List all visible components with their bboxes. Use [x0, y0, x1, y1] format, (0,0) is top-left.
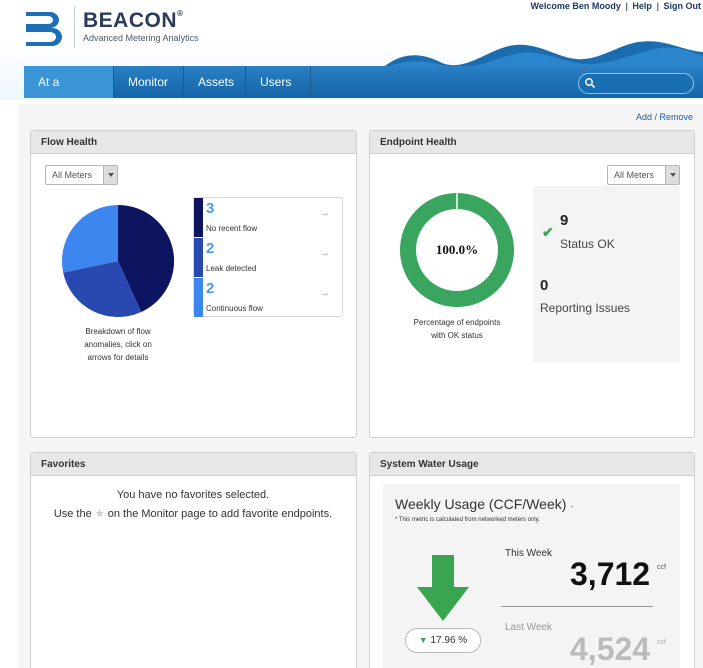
- endpoint-donut-chart: 100.0%: [400, 193, 514, 307]
- weekly-usage-title: Weekly Usage (CCF/Week) ·: [395, 496, 574, 512]
- star-icon: ★: [94, 508, 105, 520]
- tab-assets[interactable]: Assets: [184, 66, 246, 98]
- arrow-right-icon[interactable]: →: [319, 287, 330, 299]
- wave-decoration: [380, 41, 703, 70]
- triangle-down-icon: ▼: [418, 635, 428, 645]
- caption-line: Percentage of endpoints: [413, 318, 501, 327]
- favorites-hint: Use the ★ on the Monitor page to add fav…: [30, 507, 356, 520]
- status-ok-count: 9: [560, 212, 569, 229]
- brand-name: BEACON®: [83, 9, 184, 32]
- usage-change-value: 17.96 %: [430, 635, 468, 646]
- last-week-value: 4,524: [570, 631, 651, 667]
- caption-line: with OK status: [431, 331, 483, 340]
- legend-count: 2: [206, 240, 215, 257]
- last-week-label: Last Week: [505, 622, 553, 633]
- flow-meter-filter[interactable]: All Meters: [45, 165, 118, 185]
- issues-count: 0: [540, 277, 549, 294]
- arrow-right-icon[interactable]: →: [319, 207, 330, 219]
- chevron-down-icon: [665, 166, 679, 184]
- flow-pie-chart: [61, 204, 175, 318]
- legend-count: 3: [206, 200, 215, 217]
- endpoint-meter-filter[interactable]: All Meters: [607, 165, 680, 185]
- usage-change-badge: ▼ 17.96 %: [405, 628, 481, 653]
- caption-line: arrows for details: [87, 353, 149, 362]
- endpoint-status-box: [533, 186, 680, 362]
- usage-footnote: * This metric is calculated from network…: [395, 517, 540, 523]
- endpoint-filter-value: All Meters: [614, 170, 655, 180]
- legend-label: No recent flow: [206, 224, 258, 233]
- legend-item-continuous-flow[interactable]: 2 Continuous flow →: [194, 278, 342, 317]
- water-usage-title: System Water Usage: [370, 453, 694, 476]
- flow-caption: Breakdown of flow anomalies, click on ar…: [60, 325, 176, 364]
- favorites-empty-message: You have no favorites selected.: [116, 489, 270, 501]
- weekly-usage-heading: Weekly Usage (CCF/Week): [395, 496, 567, 512]
- arrow-right-icon[interactable]: →: [319, 247, 330, 259]
- hint-text: Use the: [53, 508, 92, 520]
- legend-label: Continuous flow: [206, 304, 263, 313]
- legend-item-leak-detected[interactable]: 2 Leak detected →: [194, 238, 342, 277]
- chevron-down-icon: [103, 166, 117, 184]
- tab-at-a-glance[interactable]: At a Glance: [24, 66, 114, 121]
- user-links: Welcome Ben Moody | Help | Sign Out: [530, 1, 702, 11]
- sign-out-link[interactable]: Sign Out: [664, 1, 702, 11]
- welcome-text: Welcome Ben Moody: [530, 1, 621, 11]
- usage-divider: [501, 606, 653, 607]
- beacon-logo-icon: [26, 12, 62, 46]
- flow-legend: 3 No recent flow → 2 Leak detected → 2 C…: [193, 197, 343, 317]
- legend-swatch: [194, 278, 203, 317]
- checkmark-icon: ✔: [542, 224, 554, 240]
- title-suffix: ·: [570, 501, 574, 512]
- status-ok-label: Status OK: [560, 237, 615, 251]
- caption-line: anomalies, click on: [84, 340, 152, 349]
- add-remove-link[interactable]: Add / Remove: [636, 112, 693, 122]
- issues-label[interactable]: Reporting Issues: [540, 301, 630, 315]
- last-week-unit: ccf: [657, 639, 666, 646]
- arrow-down-icon: [417, 555, 469, 621]
- legend-swatch: [194, 238, 203, 277]
- brand-tagline: Advanced Metering Analytics: [83, 33, 199, 43]
- flow-filter-value: All Meters: [52, 170, 93, 180]
- this-week-value: 3,712: [570, 556, 651, 592]
- help-link[interactable]: Help: [632, 1, 652, 11]
- favorites-title: Favorites: [31, 453, 356, 476]
- endpoint-health-title: Endpoint Health: [370, 131, 694, 154]
- favorites-panel: Favorites: [30, 452, 357, 668]
- hint-text: on the Monitor page to add favorite endp…: [107, 508, 333, 520]
- pie-slice-continuous-flow[interactable]: [61, 204, 118, 273]
- tab-monitor[interactable]: Monitor: [114, 66, 184, 98]
- legend-label: Leak detected: [206, 264, 257, 273]
- caption-line: Breakdown of flow: [85, 327, 151, 336]
- donut-percent: 100.0%: [436, 242, 478, 257]
- legend-swatch: [194, 198, 203, 237]
- search-icon: [585, 78, 596, 89]
- logo-divider: [74, 6, 75, 48]
- legend-item-no-recent-flow[interactable]: 3 No recent flow →: [194, 198, 342, 237]
- tab-users[interactable]: Users: [246, 66, 311, 98]
- this-week-unit: ccf: [657, 564, 666, 571]
- endpoint-caption: Percentage of endpoints with OK status: [399, 316, 515, 342]
- legend-count: 2: [206, 280, 215, 297]
- this-week-label: This Week: [505, 548, 553, 559]
- flow-health-title: Flow Health: [31, 131, 356, 154]
